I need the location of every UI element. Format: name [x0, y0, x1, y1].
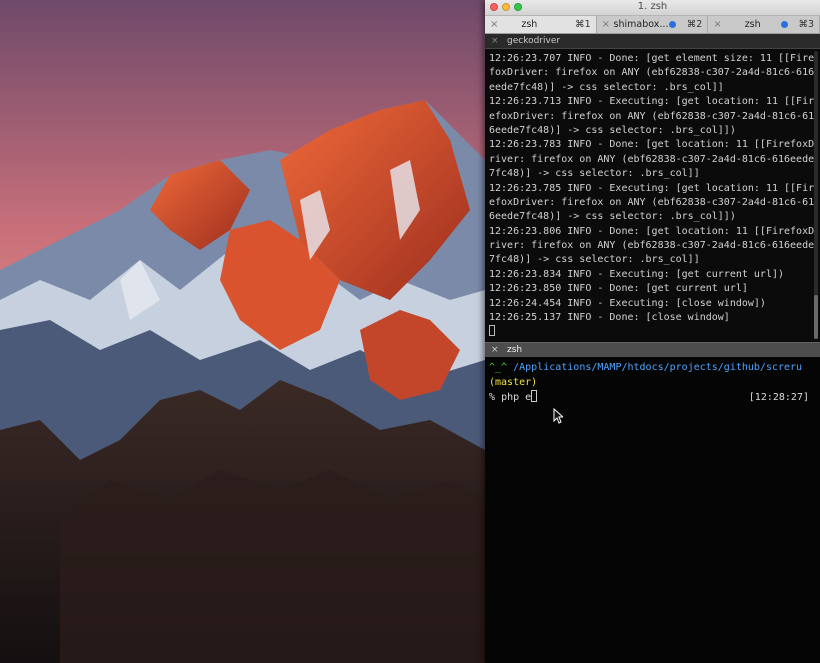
log-output: 12:26:23.707 INFO - Done: [get element s… [489, 52, 815, 340]
terminal-window: 1. zsh × zsh ⌘1 × shimabox... ⌘2 × zsh ⌘… [485, 0, 820, 663]
text-cursor [531, 390, 538, 402]
tab-label: zsh [744, 19, 761, 30]
command-input[interactable]: php e [501, 392, 531, 403]
scrollbar[interactable] [814, 51, 818, 339]
title-bar[interactable]: 1. zsh [485, 0, 820, 16]
tab-zsh-3[interactable]: × zsh ⌘3 [708, 16, 820, 33]
log-line: 7fc48)] -> css selector: .brs_col]] [489, 168, 700, 180]
prompt-path: /Applications/MAMP/htdocs/projects/githu… [513, 362, 803, 373]
git-branch: (master) [489, 377, 538, 388]
pane-title: zsh [507, 345, 523, 355]
tab-close-icon[interactable]: × [490, 16, 498, 33]
log-line: 6eede7fc48)] -> css selector: .brs_col]]… [489, 211, 736, 223]
tab-close-icon[interactable]: × [713, 16, 721, 33]
prompt-branch-line: (master) [489, 375, 815, 390]
prompt-char: % [489, 392, 496, 403]
command-line[interactable]: % php e [12:28:27] [489, 390, 815, 405]
log-cursor-line [489, 325, 811, 339]
log-line: 12:26:23.834 INFO - Executing: [get curr… [489, 268, 785, 280]
log-line: 12:26:23.785 INFO - Executing: [get loca… [489, 182, 815, 194]
log-line: 12:26:23.707 INFO - Done: [get element s… [489, 53, 815, 64]
log-line: efoxDriver: firefox on ANY (ebf62838-c30… [489, 110, 815, 122]
window-title: 1. zsh [637, 1, 668, 12]
pane-title: geckodriver [507, 36, 561, 46]
log-line: river: firefox on ANY (ebf62838-c307-2a4… [489, 153, 815, 165]
tab-shortcut: ⌘1 [575, 19, 591, 30]
scrollbar-thumb[interactable] [814, 295, 818, 339]
tab-label: shimabox... [613, 19, 669, 30]
tab-close-icon[interactable]: × [602, 16, 610, 33]
tab-shortcut: ⌘3 [798, 19, 815, 30]
log-line: eede7fc48)] -> css selector: .brs_col]] [489, 81, 724, 93]
log-line: 12:26:23.806 INFO - Done: [get location:… [489, 225, 815, 237]
bottom-terminal-pane[interactable]: ^_^ /Applications/MAMP/htdocs/projects/g… [485, 357, 820, 663]
log-line: 12:26:23.850 INFO - Done: [get current u… [489, 283, 748, 295]
activity-dot-icon [781, 21, 789, 28]
log-line: 7fc48)] -> css selector: .brs_col]] [489, 254, 700, 266]
tab-zsh-1[interactable]: × zsh ⌘1 [485, 16, 597, 33]
prompt-smile: ^_^ [489, 362, 508, 373]
log-line: 12:26:24.454 INFO - Executing: [close wi… [489, 297, 766, 309]
right-prompt-time: [12:28:27] [748, 392, 809, 403]
tab-bar: × zsh ⌘1 × shimabox... ⌘2 × zsh ⌘3 [485, 16, 820, 34]
tab-label: zsh [521, 19, 538, 30]
pane-close-icon[interactable]: × [491, 34, 499, 48]
tab-shimabox[interactable]: × shimabox... ⌘2 [597, 16, 709, 33]
log-line: foxDriver: firefox on ANY (ebf62838-c307… [489, 67, 815, 79]
log-line: 12:26:23.783 INFO - Done: [get location:… [489, 139, 815, 151]
top-terminal-pane[interactable]: 12:26:23.707 INFO - Done: [get element s… [485, 49, 820, 341]
pane-close-icon[interactable]: × [491, 343, 499, 357]
log-line: river: firefox on ANY (ebf62838-c307-2a4… [489, 240, 815, 252]
bottom-pane-header[interactable]: × zsh [485, 342, 820, 357]
mouse-pointer-icon [553, 408, 563, 424]
tab-shortcut: ⌘2 [686, 19, 703, 30]
log-line: 12:26:23.713 INFO - Executing: [get loca… [489, 96, 815, 108]
shell-prompt: ^_^ /Applications/MAMP/htdocs/projects/g… [489, 360, 815, 405]
activity-dot-icon [669, 21, 677, 28]
log-line: 6eede7fc48)] -> css selector: .brs_col]]… [489, 124, 736, 136]
text-cursor [489, 325, 495, 337]
prompt-path-line: ^_^ /Applications/MAMP/htdocs/projects/g… [489, 360, 815, 375]
top-pane-header[interactable]: × geckodriver [485, 34, 820, 49]
log-line: efoxDriver: firefox on ANY (ebf62838-c30… [489, 196, 815, 208]
log-line: 12:26:25.137 INFO - Done: [close window] [489, 312, 730, 324]
